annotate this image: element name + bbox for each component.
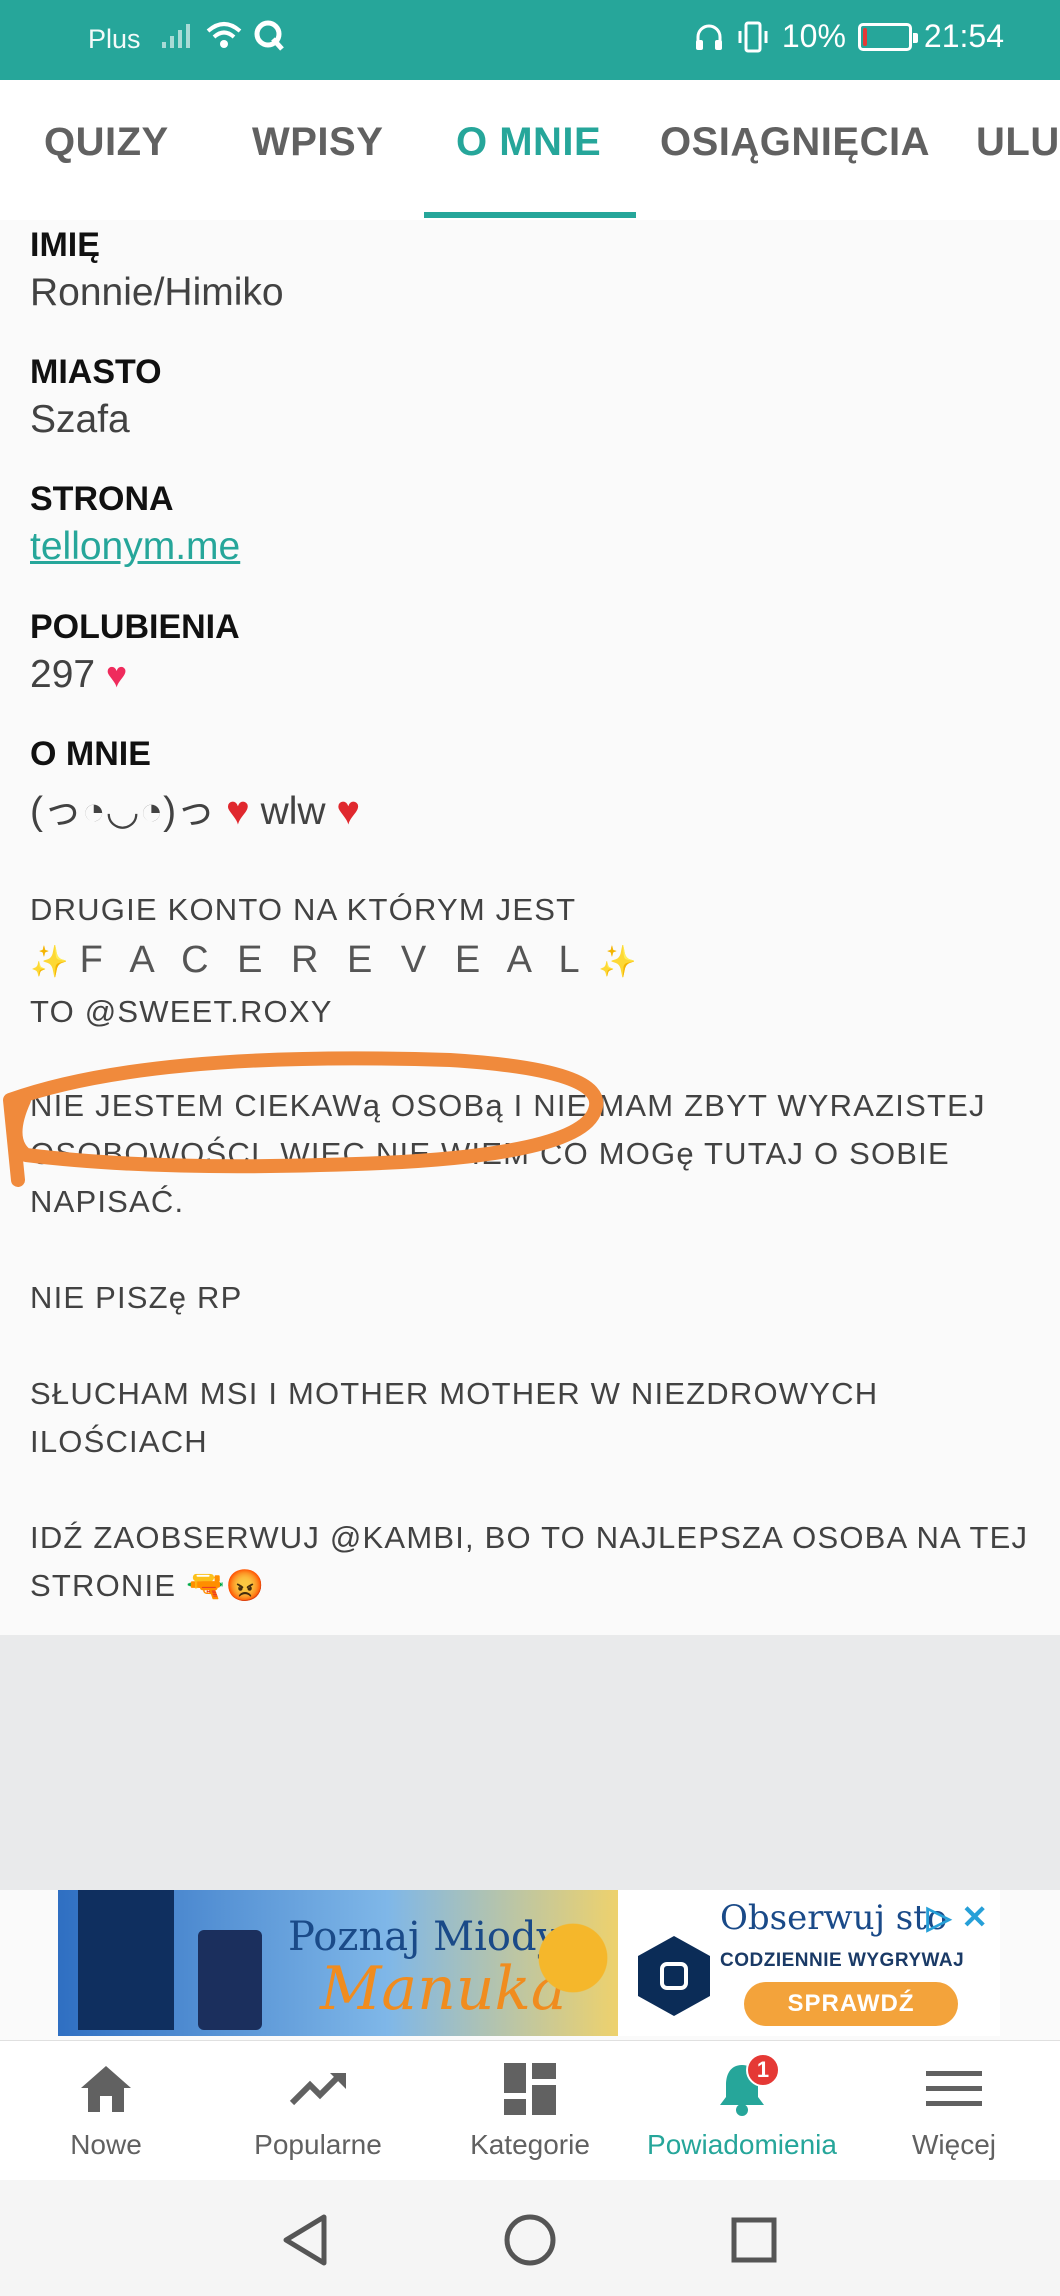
red-heart-icon: ♥ — [225, 789, 250, 833]
field-value: Szafa — [30, 398, 130, 441]
site-link[interactable]: tellonym.me — [30, 525, 240, 569]
sparkles-icon: ✨ — [30, 944, 70, 979]
bottom-navigation: Nowe Popularne Kategorie 1 Powiadomienia — [0, 2040, 1060, 2180]
field-label: O MNIE — [30, 735, 151, 773]
tab-o-mnie[interactable]: O MNIE — [456, 120, 601, 165]
tab-osiagniecia[interactable]: OSIĄGNIĘCIA — [660, 120, 930, 165]
q-app-icon — [254, 20, 284, 51]
headphones-icon — [695, 24, 722, 50]
about-word: wlw — [260, 790, 326, 833]
ad-right-panel: Obserwuj sto CODZIENNIE WYGRYWAJ SPRAWDŹ… — [618, 1890, 1000, 2036]
sparkles-icon: ✨ — [598, 944, 639, 979]
field-likes: POLUBIENIA 297 ♥ — [30, 608, 240, 697]
bio-block-1: DRUGIE KONTO NA KTÓRYM JEST ✨ F A C E R … — [30, 886, 1040, 1036]
trending-icon — [288, 2059, 348, 2119]
nav-popularne[interactable]: Popularne — [212, 2041, 424, 2180]
battery-percent: 10% — [781, 18, 846, 54]
bio-last-paragraph: IDŹ ZAOBSERWUJ @KAMBI, BO TO NAJLEPSZA O… — [30, 1514, 1040, 1610]
bell-icon: 1 — [712, 2053, 780, 2119]
app-screen: Plus 10% 21:54 QUIZY WPISY O MNIE OSIĄGN… — [0, 0, 1060, 2296]
signal-icon — [162, 24, 190, 48]
face-reveal-line: ✨ F A C E R E V E A L ✨ — [30, 934, 1040, 988]
nav-label: Kategorie — [470, 2129, 590, 2160]
about-row: (っ◔◡◔)っ ♥ wlw ♥ — [30, 780, 360, 836]
ad-cta-button[interactable]: SPRAWDŹ — [744, 1982, 958, 2026]
nav-label: Nowe — [70, 2129, 142, 2160]
face-reveal-text: F A C E R E V E A L — [79, 939, 589, 981]
active-tab-indicator — [424, 212, 636, 218]
field-value: Ronnie/Himiko — [30, 271, 284, 314]
nav-kategorie[interactable]: Kategorie — [424, 2041, 636, 2180]
nav-label: Powiadomienia — [647, 2129, 837, 2160]
likes-count: 297 — [30, 653, 96, 696]
nav-wiecej[interactable]: Więcej — [848, 2041, 1060, 2180]
field-label: POLUBIENIA — [30, 608, 240, 646]
bio-paragraph: NIE PISZę RP — [30, 1280, 243, 1315]
bio-paragraph: NIE JESTEM CIEKAWą OSOBą I NIE MAM ZBYT … — [30, 1088, 986, 1219]
likes-row: 297 ♥ — [30, 653, 240, 697]
back-icon[interactable] — [275, 2210, 335, 2270]
ad-controls: ▷ ✕ — [927, 1898, 988, 1936]
battery-icon — [857, 22, 918, 51]
status-left-icons — [160, 18, 286, 52]
tab-ulubione[interactable]: ULU — [976, 120, 1060, 165]
menu-icon — [924, 2059, 984, 2119]
ad-right-title: Obserwuj sto — [720, 1898, 948, 1938]
bio-line: DRUGIE KONTO NA KTÓRYM JEST — [30, 892, 577, 927]
tab-quizy[interactable]: QUIZY — [44, 120, 169, 165]
notification-badge: 1 — [746, 2053, 780, 2087]
system-navigation-bar — [0, 2180, 1060, 2296]
field-city: MIASTO Szafa — [30, 353, 162, 442]
nav-label: Więcej — [911, 2129, 996, 2160]
heart-icon: ♥ — [105, 654, 128, 695]
tab-wpisy[interactable]: WPISY — [252, 120, 383, 165]
ad-choices-icon[interactable]: ▷ — [927, 1898, 952, 1936]
bio-line: TO @SWEET.ROXY — [30, 994, 333, 1029]
water-gun-icon: 🔫 — [186, 1568, 226, 1603]
bio-text: IDŹ ZAOBSERWUJ @KAMBI, BO TO NAJLEPSZA O… — [30, 1520, 1029, 1603]
nav-powiadomienia[interactable]: 1 Powiadomienia — [636, 2041, 848, 2180]
field-label: MIASTO — [30, 353, 162, 391]
field-about: O MNIE (っ◔◡◔)っ ♥ wlw ♥ — [30, 735, 360, 836]
nav-nowe[interactable]: Nowe — [0, 2041, 212, 2180]
about-section: IMIĘ Ronnie/Himiko MIASTO Szafa STRONA t… — [0, 220, 1060, 1635]
clock: 21:54 — [923, 18, 1004, 54]
carrier-label: Plus — [88, 24, 141, 54]
home-icon — [76, 2059, 136, 2119]
manuka-logo — [78, 1890, 174, 2030]
about-kaomoji: (っ◔◡◔)っ — [30, 790, 216, 833]
vibrate-icon — [738, 21, 768, 52]
ad-banner[interactable]: Poznaj Miody Manuka Obserwuj sto CODZIEN… — [58, 1890, 1000, 2036]
field-label: STRONA — [30, 480, 174, 518]
honey-jar-image — [198, 1930, 262, 2030]
angry-face-icon: 😡 — [225, 1568, 266, 1603]
grid-icon — [500, 2059, 560, 2119]
honey-dipper-image — [528, 1910, 618, 2030]
profile-tabs: QUIZY WPISY O MNIE OSIĄGNIĘCIA ULU — [0, 80, 1060, 220]
field-label: IMIĘ — [30, 226, 100, 264]
bio-paragraph: SŁUCHAM MSI I MOTHER MOTHER W NIEZDROWYC… — [30, 1376, 879, 1459]
battery-level-fill — [862, 27, 867, 46]
recents-icon[interactable] — [724, 2210, 784, 2270]
close-icon[interactable]: ✕ — [961, 1898, 988, 1936]
red-heart-icon: ♥ — [336, 789, 361, 833]
field-site: STRONA tellonym.me — [30, 480, 240, 569]
ad-right-subtitle: CODZIENNIE WYGRYWAJ — [720, 1950, 965, 1971]
wifi-icon — [206, 22, 242, 48]
field-name: IMIĘ Ronnie/Himiko — [30, 226, 284, 315]
home-button-icon[interactable] — [500, 2210, 560, 2270]
status-right: 10% 21:54 — [694, 18, 1004, 55]
empty-area — [0, 1635, 1060, 1890]
status-bar: Plus 10% 21:54 — [0, 0, 1060, 80]
instagram-icon — [638, 1936, 710, 2016]
nav-label: Popularne — [254, 2129, 382, 2160]
